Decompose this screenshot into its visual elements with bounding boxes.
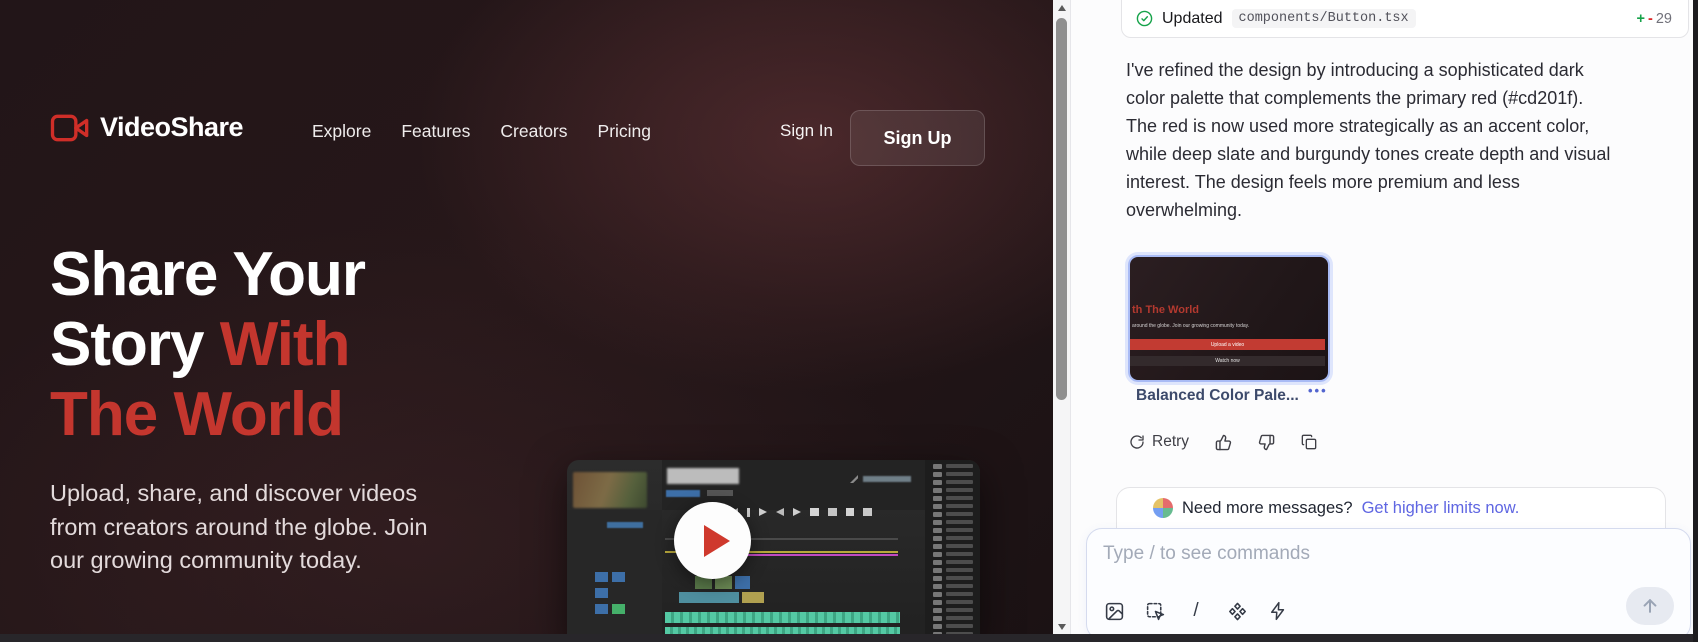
thumbs-down-button[interactable]	[1258, 434, 1275, 451]
editor-nature-thumbnail	[573, 472, 647, 508]
copy-button[interactable]	[1301, 434, 1317, 450]
vertical-scrollbar[interactable]	[1053, 0, 1070, 642]
right-window-edge	[1693, 0, 1698, 642]
hero-line2-white: Story	[50, 310, 220, 379]
editor-file-list	[925, 460, 980, 642]
send-arrow-icon	[1640, 596, 1660, 616]
version-title[interactable]: Balanced Color Pale...	[1136, 387, 1299, 405]
thumbs-down-icon	[1258, 434, 1275, 451]
integrations-button[interactable]	[1225, 599, 1249, 623]
scrollbar-thumb[interactable]	[1056, 18, 1067, 400]
nav-creators[interactable]: Creators	[500, 121, 567, 142]
editor-audio-track	[665, 612, 900, 623]
website-preview-panel: VideoShare Explore Features Creators Pri…	[0, 0, 1053, 642]
thumbs-up-button[interactable]	[1215, 434, 1232, 451]
message-actions: Retry	[1129, 433, 1317, 451]
thumb-subtext-fragment: around the globe. Join our growing commu…	[1132, 323, 1249, 329]
check-circle-icon	[1136, 10, 1153, 27]
updated-file-path: components/Button.tsx	[1232, 9, 1416, 28]
chat-input[interactable]	[1103, 543, 1663, 565]
usage-pie-icon	[1153, 498, 1173, 518]
diff-stats: + - 29	[1637, 11, 1672, 27]
chat-composer[interactable]: /	[1086, 528, 1691, 640]
video-editor-preview-image	[567, 460, 980, 642]
image-icon	[1104, 601, 1125, 622]
diff-minus: -	[1648, 11, 1653, 27]
thumb-secondary-button: Watch now	[1130, 356, 1325, 366]
version-menu-dots[interactable]: •••	[1308, 383, 1328, 398]
nav-features[interactable]: Features	[401, 121, 470, 142]
updated-label: Updated	[1162, 10, 1223, 28]
lightning-icon	[1268, 601, 1288, 621]
sign-in-link[interactable]: Sign In	[780, 121, 833, 141]
get-higher-limits-link[interactable]: Get higher limits now.	[1362, 499, 1520, 518]
brand-logo[interactable]: VideoShare	[50, 112, 243, 143]
diff-count: 29	[1656, 11, 1672, 27]
main-nav: Explore Features Creators Pricing	[312, 121, 651, 142]
copy-icon	[1301, 434, 1317, 450]
brand-name: VideoShare	[100, 112, 243, 143]
limits-text: Need more messages?	[1182, 499, 1353, 518]
play-button[interactable]	[674, 502, 751, 579]
quick-actions-button[interactable]	[1266, 599, 1290, 623]
site-header: VideoShare Explore Features Creators Pri…	[0, 0, 1053, 170]
hero-line2-red: With	[220, 310, 350, 379]
slash-commands-button[interactable]: /	[1184, 599, 1208, 623]
diamonds-icon	[1227, 601, 1248, 622]
scrollbar-down-arrow[interactable]	[1053, 619, 1070, 634]
select-element-button[interactable]	[1143, 599, 1167, 623]
thumb-heading-fragment: th The World	[1132, 304, 1199, 316]
chat-panel: Updated components/Button.tsx + - 29 I'v…	[1070, 0, 1698, 642]
sign-up-button[interactable]: Sign Up	[850, 110, 985, 166]
assistant-message: I've refined the design by introducing a…	[1126, 56, 1698, 224]
updated-file-card[interactable]: Updated components/Button.tsx + - 29	[1121, 0, 1689, 38]
nav-explore[interactable]: Explore	[312, 121, 371, 142]
hero-line1: Share Your	[50, 240, 365, 309]
thumb-primary-button: Upload a video	[1130, 339, 1325, 350]
composer-toolbar: /	[1102, 599, 1290, 623]
play-icon	[704, 525, 730, 557]
select-element-icon	[1145, 601, 1166, 622]
retry-button[interactable]: Retry	[1129, 433, 1189, 451]
thumbs-up-icon	[1215, 434, 1232, 451]
hero-line3: The World	[50, 380, 343, 449]
hero-subtitle: Upload, share, and discover videos from …	[50, 477, 480, 578]
send-button[interactable]	[1626, 587, 1674, 625]
hero-heading: Share Your Story With The World	[50, 240, 550, 450]
bottom-window-edge	[0, 634, 1698, 642]
version-preview-thumbnail[interactable]: th The World around the globe. Join our …	[1128, 255, 1330, 382]
screenshot-root: VideoShare Explore Features Creators Pri…	[0, 0, 1698, 642]
diff-plus: +	[1637, 11, 1645, 27]
retry-icon	[1129, 434, 1145, 450]
video-camera-icon	[50, 113, 90, 143]
editor-transport-controls	[715, 506, 911, 518]
retry-label: Retry	[1152, 433, 1189, 451]
attach-image-button[interactable]	[1102, 599, 1126, 623]
nav-pricing[interactable]: Pricing	[598, 121, 652, 142]
scrollbar-up-arrow[interactable]	[1053, 0, 1070, 15]
slash-icon: /	[1193, 600, 1198, 622]
